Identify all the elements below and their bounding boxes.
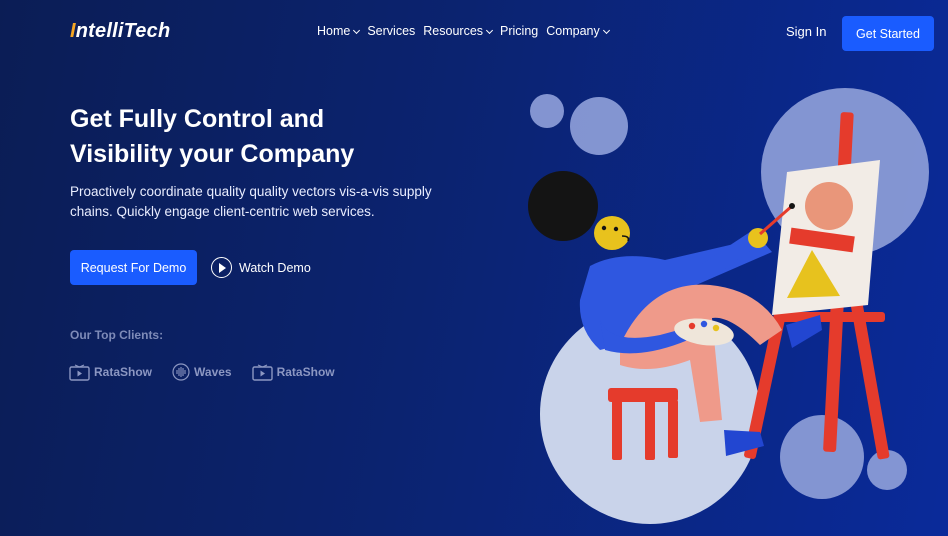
nav-item-home[interactable]: Home xyxy=(317,24,361,38)
hero-subtitle: Proactively coordinate quality quality v… xyxy=(70,184,432,219)
tv-play-icon xyxy=(69,363,90,381)
client-logo-ratashow-2: RataShow xyxy=(251,363,335,381)
nav-item-label: Company xyxy=(546,24,600,38)
watch-demo-button[interactable]: Watch Demo xyxy=(211,257,311,278)
nav-item-resources[interactable]: Resources xyxy=(423,24,494,38)
request-demo-button[interactable]: Request For Demo xyxy=(70,250,197,285)
bg-circle-medium xyxy=(570,97,628,155)
client-name: RataShow xyxy=(276,365,335,379)
nav-item-label: Services xyxy=(367,24,416,38)
chevron-down-icon xyxy=(602,26,610,34)
clients-label: Our Top Clients: xyxy=(70,328,164,342)
chevron-down-icon xyxy=(353,26,361,34)
play-icon xyxy=(211,257,232,278)
waves-icon xyxy=(172,363,190,381)
bg-circle-bottom-right xyxy=(780,415,864,499)
hero-title: Get Fully Control and Visibility your Co… xyxy=(70,102,490,172)
nav-item-company[interactable]: Company xyxy=(546,24,610,38)
sign-in-link[interactable]: Sign In xyxy=(786,24,826,39)
tv-play-icon xyxy=(251,363,273,381)
get-started-button[interactable]: Get Started xyxy=(842,16,934,51)
bg-circle-small xyxy=(530,94,564,128)
nav-item-services[interactable]: Services xyxy=(367,24,415,38)
hero-title-line-1: Get Fully Control and xyxy=(70,105,325,133)
watch-demo-label: Watch Demo xyxy=(239,260,311,275)
nav-item-label: Resources xyxy=(423,24,484,38)
easel-canvas xyxy=(772,160,880,315)
client-logo-ratashow: RataShow xyxy=(69,363,153,381)
hero-title-line-2: Visibility your Company xyxy=(70,140,355,168)
main-nav: Home Services Resources Pricing Company xyxy=(317,24,610,38)
nav-item-label: Home xyxy=(317,24,351,38)
client-name: Waves xyxy=(194,365,232,379)
hero-illustration xyxy=(528,88,929,524)
nav-item-pricing[interactable]: Pricing xyxy=(500,24,538,38)
client-name: RataShow xyxy=(94,365,153,379)
client-logo-waves: Waves xyxy=(172,363,232,381)
brand-logo[interactable]: IntelliTech xyxy=(70,20,170,43)
chevron-down-icon xyxy=(485,26,494,34)
brand-logo-text: ntelliTech xyxy=(75,20,171,42)
client-logos: RataShow Waves RataShow xyxy=(69,363,335,381)
nav-item-label: Pricing xyxy=(500,24,539,38)
